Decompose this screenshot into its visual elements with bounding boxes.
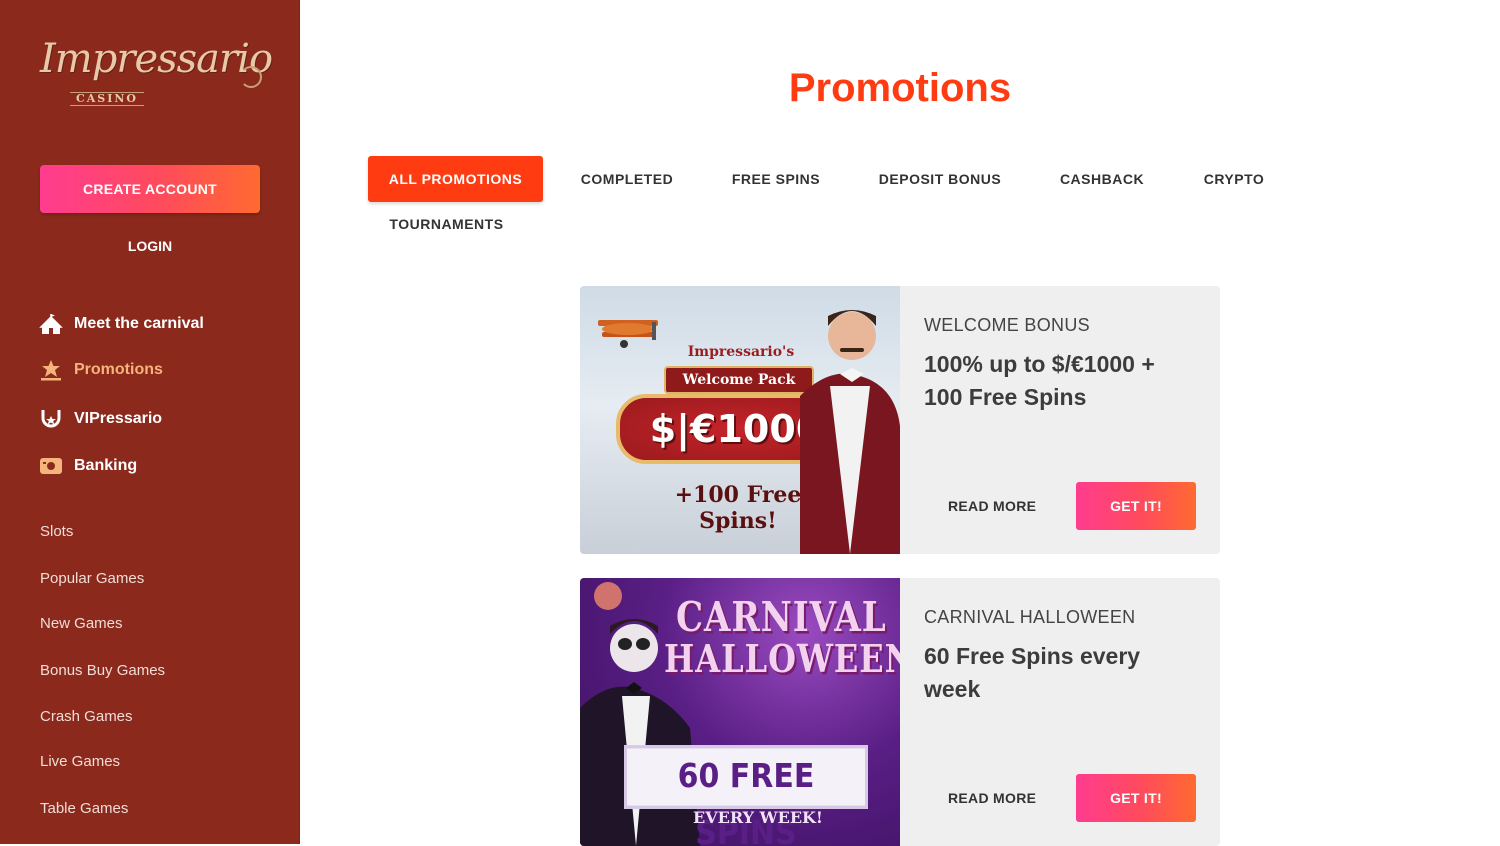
promo-card-carnival-halloween: CARNIVAL HALLOWEEN 60 FREE SPINS EVERY W… (580, 578, 1220, 846)
logo-swirl-icon (240, 66, 262, 88)
menu-item-popular-games[interactable]: Popular Games (40, 570, 144, 587)
read-more-link[interactable]: READ MORE (948, 498, 1036, 514)
menu-item-meet-the-carnival[interactable]: Meet the carnival (38, 310, 204, 338)
tab-cashback[interactable]: CASHBACK (1042, 156, 1162, 202)
halloween-every-week: EVERY WEEK! (693, 808, 823, 827)
create-account-button[interactable]: CREATE ACCOUNT (40, 165, 260, 213)
logo-subtitle: CASINO (70, 92, 145, 106)
promo-headline: 60 Free Spins every week (924, 643, 1141, 702)
carnival-halloween-image[interactable]: CARNIVAL HALLOWEEN 60 FREE SPINS EVERY W… (580, 578, 900, 846)
promo-category: WELCOME BONUS (924, 315, 1090, 335)
tab-free-spins[interactable]: FREE SPINS (714, 156, 838, 202)
circus-tent-icon (38, 311, 64, 337)
menu-label: Promotions (74, 361, 163, 378)
tab-crypto[interactable]: CRYPTO (1184, 156, 1284, 202)
welcome-banner-line2: Welcome Pack (664, 366, 814, 394)
crown-star-icon (38, 357, 64, 383)
menu-item-live-games[interactable]: Live Games (40, 753, 120, 770)
menu-label: VIPressario (74, 410, 163, 427)
menu-item-new-games[interactable]: New Games (40, 615, 123, 632)
menu-item-promotions[interactable]: Promotions (38, 356, 163, 384)
menu-label: Meet the carnival (74, 315, 204, 332)
page-title: Promotions (788, 66, 1012, 110)
promo-category: CARNIVAL HALLOWEEN (924, 607, 1136, 627)
menu-item-bonus-buy-games[interactable]: Bonus Buy Games (40, 662, 165, 679)
tab-deposit-bonus[interactable]: DEPOSIT BONUS (860, 156, 1020, 202)
wallet-icon (38, 453, 64, 479)
ringmaster-illustration (800, 310, 900, 554)
promo-card-welcome-bonus: Impressario's Welcome Pack $|€1000 +100 … (580, 286, 1220, 554)
tab-tournaments[interactable]: TOURNAMENTS (368, 201, 525, 247)
main-content: Promotions ALL PROMOTIONS COMPLETED FREE… (300, 0, 1500, 846)
promo-headline: 100% up to $/€1000 + 100 Free Spins (924, 351, 1155, 410)
halloween-title-line2: HALLOWEEN (664, 636, 900, 682)
get-it-button[interactable]: GET IT! (1076, 482, 1196, 530)
sidebar: Impressario CASINO CREATE ACCOUNT LOGIN … (0, 0, 300, 844)
halloween-title-line1: CARNIVAL (676, 594, 887, 642)
menu-label: Banking (74, 457, 138, 474)
welcome-banner-line1: Impressario's (687, 344, 795, 360)
get-it-button[interactable]: GET IT! (1076, 774, 1196, 822)
tab-all-promotions[interactable]: ALL PROMOTIONS (368, 156, 543, 202)
tab-completed[interactable]: COMPLETED (562, 156, 692, 202)
menu-item-slots[interactable]: Slots (40, 523, 73, 540)
menu-item-table-games[interactable]: Table Games (40, 800, 128, 817)
halloween-free-spins-plate: 60 FREE SPINS (624, 745, 868, 846)
menu-item-vipressario[interactable]: VIPressario (38, 405, 162, 433)
read-more-link[interactable]: READ MORE (948, 790, 1036, 806)
welcome-bonus-image[interactable]: Impressario's Welcome Pack $|€1000 +100 … (580, 286, 900, 554)
menu-item-banking[interactable]: Banking (38, 452, 137, 480)
login-link[interactable]: LOGIN (0, 238, 300, 254)
biplane-icon (598, 320, 658, 348)
menu-item-crash-games[interactable]: Crash Games (40, 708, 133, 725)
vip-horseshoe-icon (38, 406, 64, 432)
impressario-logo[interactable]: Impressario CASINO (40, 36, 273, 110)
logo-wordmark: Impressario (40, 36, 273, 82)
